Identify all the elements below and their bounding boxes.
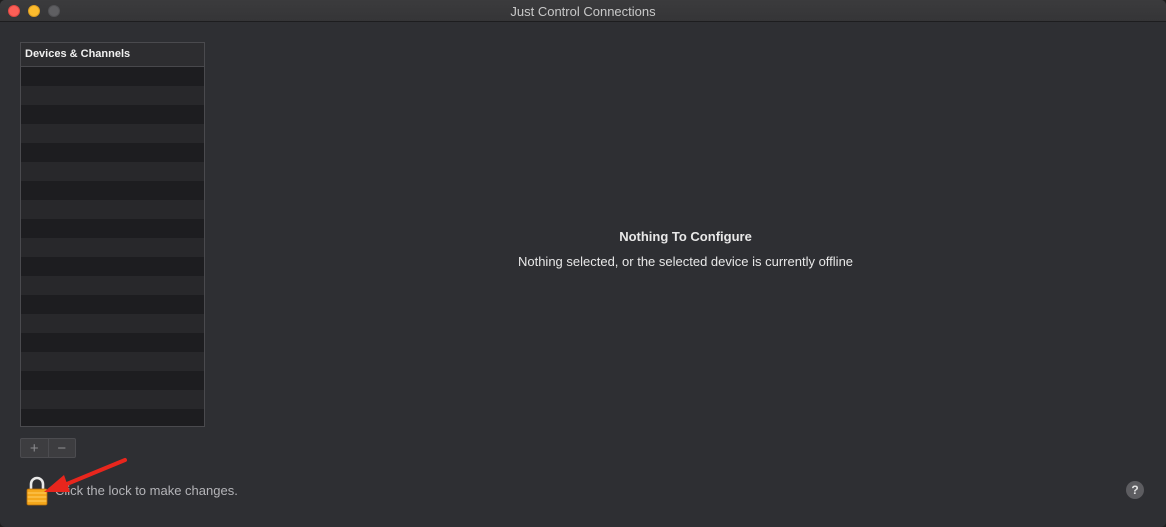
devices-channels-list[interactable]: Devices & Channels	[20, 42, 205, 427]
list-rows	[21, 67, 204, 426]
add-remove-control: + −	[20, 438, 76, 458]
app-window: Just Control Connections Devices & Chann…	[0, 0, 1166, 527]
list-row[interactable]	[21, 143, 204, 162]
remove-button[interactable]: −	[47, 439, 76, 457]
window-title: Just Control Connections	[510, 4, 656, 19]
title-bar[interactable]: Just Control Connections	[0, 0, 1166, 22]
list-row[interactable]	[21, 86, 204, 105]
help-button[interactable]: ?	[1126, 481, 1144, 499]
list-row[interactable]	[21, 219, 204, 238]
list-header: Devices & Channels	[21, 43, 204, 67]
list-row[interactable]	[21, 333, 204, 352]
red-arrow-annotation	[44, 458, 127, 492]
empty-state-message: Nothing selected, or the selected device…	[517, 254, 854, 269]
list-row[interactable]	[21, 276, 204, 295]
list-row[interactable]	[21, 162, 204, 181]
list-row[interactable]	[21, 124, 204, 143]
list-row[interactable]	[21, 409, 204, 426]
list-row[interactable]	[21, 314, 204, 333]
list-row[interactable]	[21, 295, 204, 314]
add-button[interactable]: +	[21, 439, 48, 457]
list-row[interactable]	[21, 390, 204, 409]
list-row[interactable]	[21, 200, 204, 219]
empty-state-title: Nothing To Configure	[619, 229, 752, 244]
list-row[interactable]	[21, 257, 204, 276]
list-row[interactable]	[21, 105, 204, 124]
list-row[interactable]	[21, 181, 204, 200]
list-row[interactable]	[21, 238, 204, 257]
list-row[interactable]	[21, 67, 204, 86]
list-row[interactable]	[21, 352, 204, 371]
list-row[interactable]	[21, 371, 204, 390]
